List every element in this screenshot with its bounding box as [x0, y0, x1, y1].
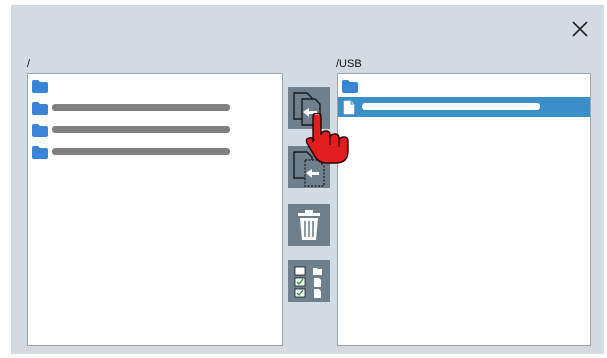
file-name-placeholder	[52, 148, 230, 155]
copy-to-left-button[interactable]	[288, 87, 330, 129]
folder-icon	[32, 124, 48, 137]
left-pane-path: /	[27, 58, 31, 70]
close-button[interactable]	[571, 20, 589, 38]
trash-icon	[298, 210, 320, 240]
checklist-icon	[294, 266, 322, 298]
close-icon	[572, 21, 588, 37]
copy-to-left-icon	[293, 92, 321, 126]
list-item[interactable]	[28, 76, 282, 96]
file-icon	[343, 100, 355, 115]
left-file-list[interactable]	[27, 73, 283, 346]
folder-icon	[32, 80, 48, 93]
folder-icon	[32, 146, 48, 159]
list-item-selected[interactable]	[338, 97, 590, 117]
file-name-placeholder	[362, 103, 540, 110]
right-file-list[interactable]	[337, 73, 591, 346]
file-name-placeholder	[52, 126, 230, 133]
list-item[interactable]	[28, 98, 282, 118]
list-item[interactable]	[28, 120, 282, 140]
file-name-placeholder	[52, 104, 230, 111]
copy-to-right-icon	[293, 151, 325, 187]
list-item[interactable]	[338, 76, 590, 96]
select-mode-button[interactable]	[288, 260, 330, 302]
file-transfer-dialog: / /USB	[11, 5, 604, 354]
folder-icon	[342, 80, 358, 93]
copy-to-right-button[interactable]	[288, 146, 330, 188]
right-pane-path: /USB	[336, 58, 362, 70]
delete-button[interactable]	[288, 204, 330, 246]
folder-icon	[32, 102, 48, 115]
list-item[interactable]	[28, 142, 282, 162]
